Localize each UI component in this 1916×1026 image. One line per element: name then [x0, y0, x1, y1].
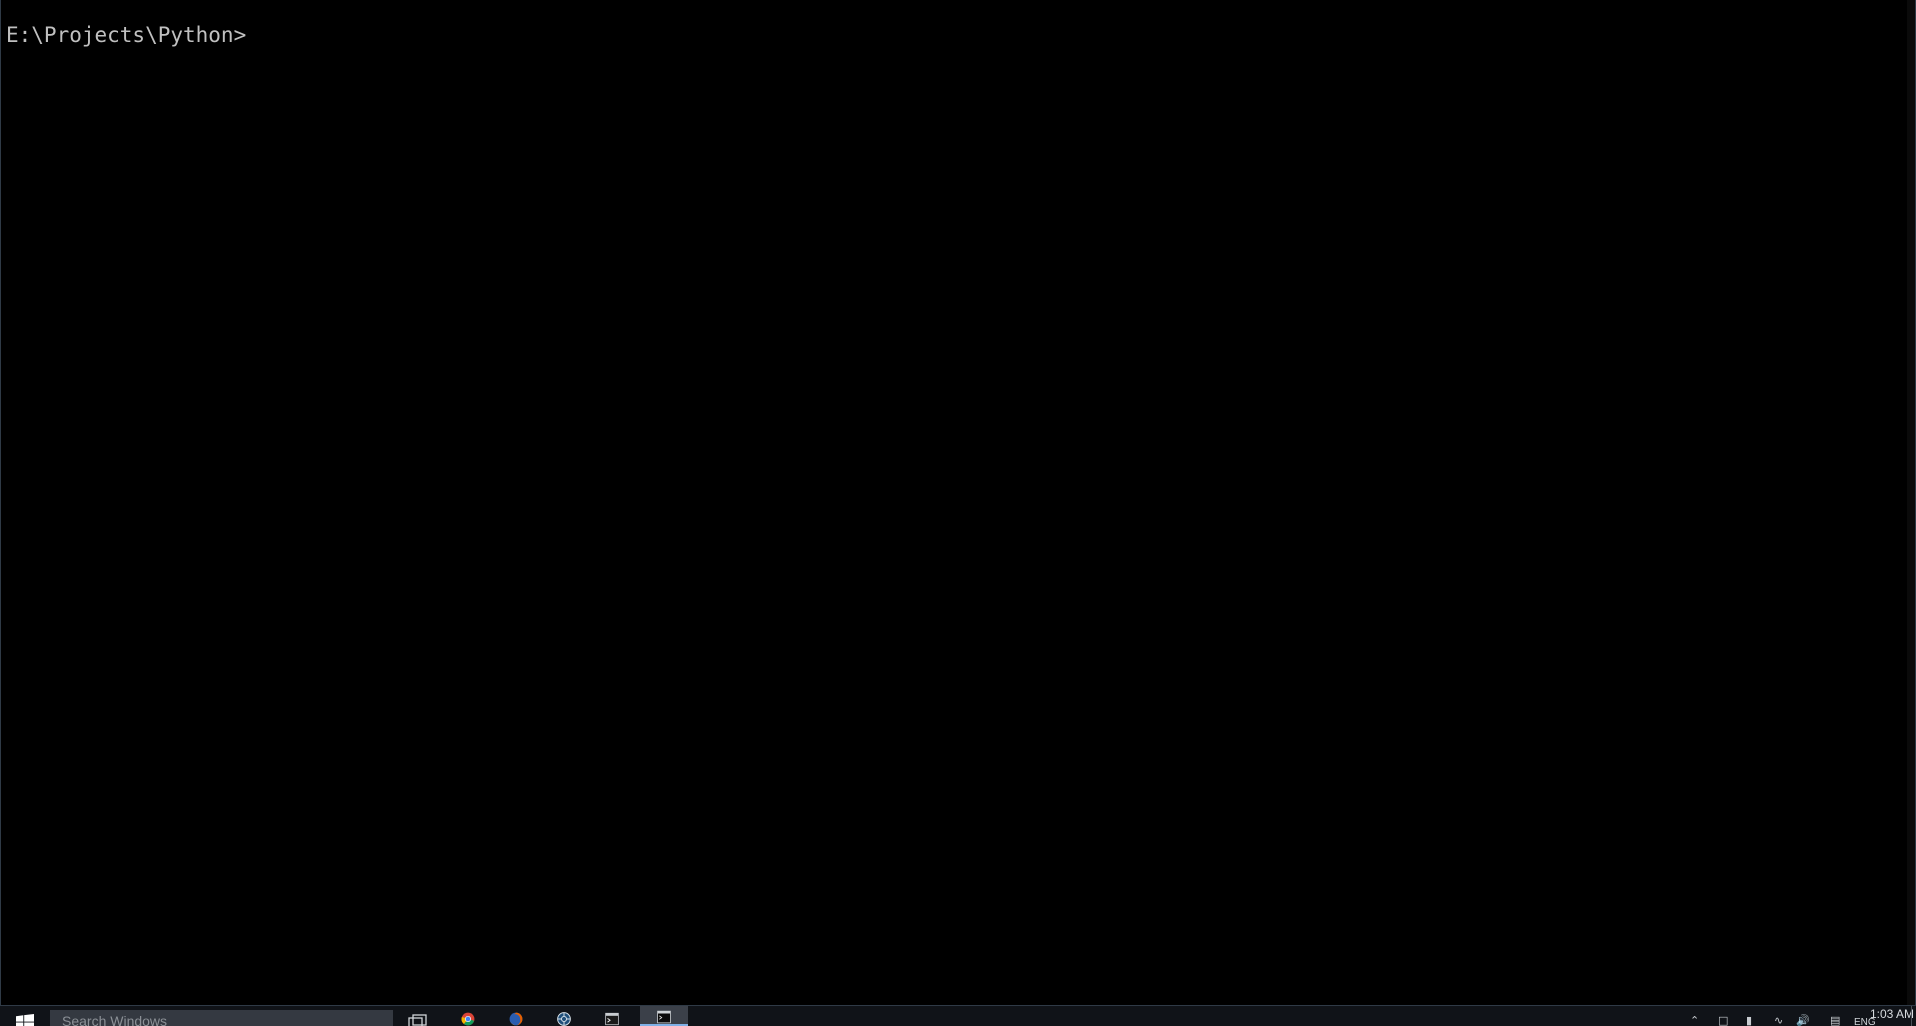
clock-time[interactable]: 1:03 AM: [1870, 1007, 1914, 1021]
app-button[interactable]: [544, 1006, 584, 1026]
battery-icon[interactable]: ▮: [1746, 1015, 1752, 1026]
taskbar: Search Windows ⌃ □ ▮ ∿ 🔊 ▤ ENG 1:03 AM: [0, 1006, 1916, 1026]
terminal-app-button[interactable]: [592, 1006, 632, 1026]
text-cursor: [246, 20, 247, 42]
show-desktop-button[interactable]: [1911, 1006, 1916, 1026]
terminal-icon: [605, 1012, 619, 1026]
wifi-icon[interactable]: ∿: [1774, 1015, 1783, 1026]
firefox-icon: [509, 1012, 523, 1026]
volume-icon[interactable]: 🔊: [1796, 1015, 1810, 1026]
command-prompt-window[interactable]: E:\Projects\Python>: [0, 0, 1916, 1006]
cmd-icon: [657, 1010, 671, 1024]
search-box[interactable]: Search Windows: [50, 1010, 393, 1026]
action-center-icon[interactable]: ▤: [1830, 1015, 1840, 1026]
app-icon: [557, 1012, 571, 1026]
start-button[interactable]: [0, 1006, 50, 1026]
network-icon[interactable]: □: [1718, 1015, 1728, 1026]
console-output[interactable]: E:\Projects\Python>: [6, 20, 247, 50]
console-scrollbar[interactable]: [1907, 0, 1915, 1006]
system-tray: ⌃ □ ▮ ∿ 🔊 ▤ ENG 1:03 AM: [1656, 1006, 1916, 1026]
chrome-icon: [461, 1012, 475, 1026]
task-view-button[interactable]: [400, 1006, 436, 1026]
windows-logo-icon: [16, 1014, 34, 1026]
chrome-button[interactable]: [448, 1006, 488, 1026]
task-view-icon: [408, 1014, 427, 1026]
command-prompt-taskbar-button[interactable]: [640, 1006, 688, 1026]
console-prompt: E:\Projects\Python>: [6, 23, 247, 47]
search-placeholder: Search Windows: [62, 1013, 168, 1026]
show-hidden-icons-chevron-icon[interactable]: ⌃: [1690, 1015, 1699, 1026]
desktop-screen: E:\Projects\Python> Search Windows ⌃ □ ▮…: [0, 0, 1916, 1026]
firefox-button[interactable]: [496, 1006, 536, 1026]
